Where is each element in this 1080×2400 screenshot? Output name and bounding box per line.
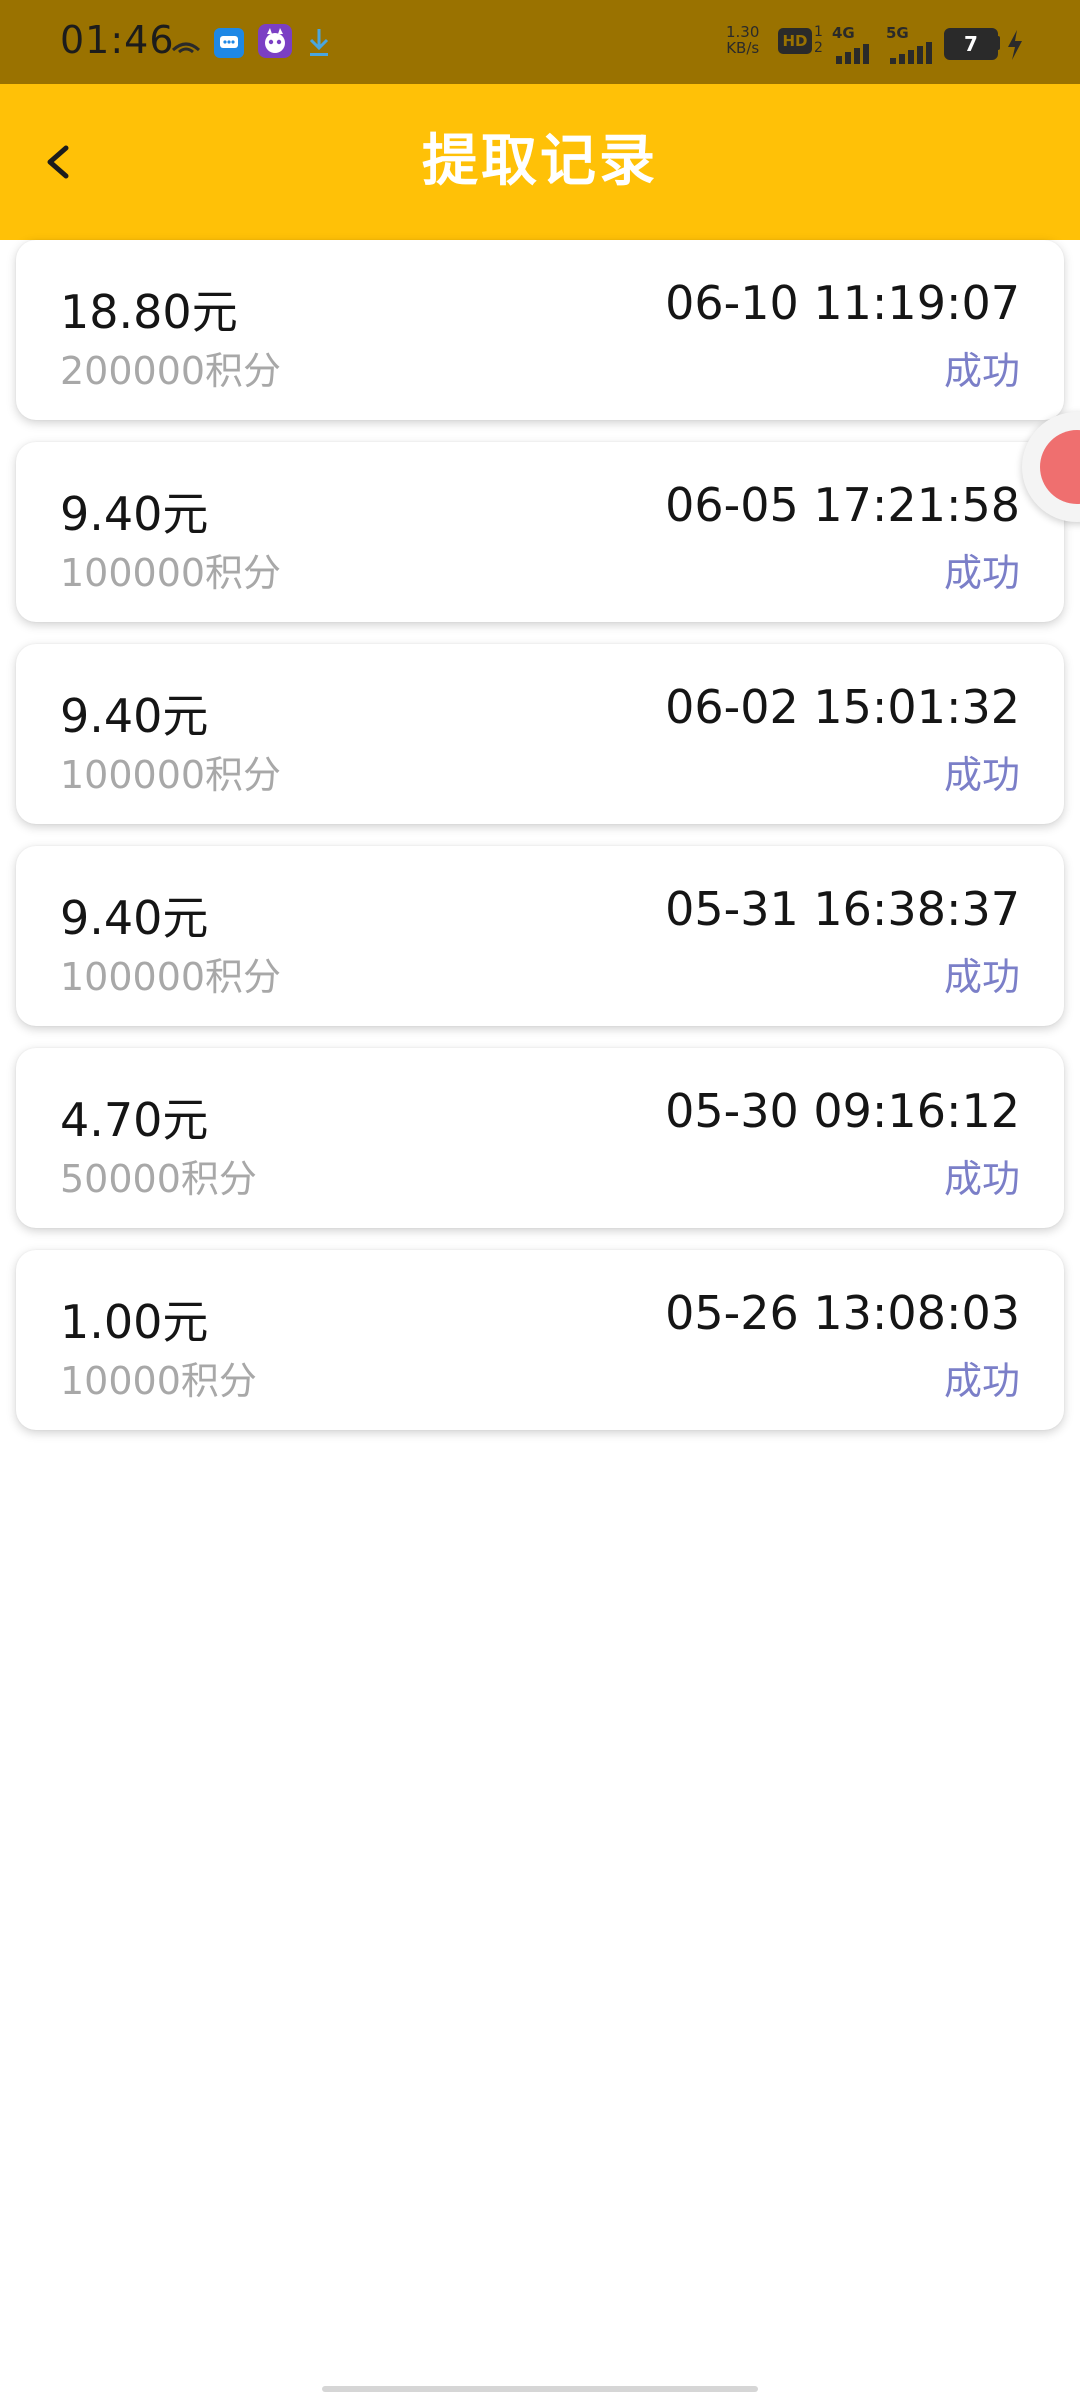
record-amount: 18.80元: [60, 285, 238, 339]
signal-icon: [890, 42, 932, 64]
record-points: 50000积分: [60, 1157, 257, 1201]
battery-icon: 7: [944, 28, 998, 60]
signal-icon: [836, 44, 869, 64]
hd-sub: 12: [814, 24, 823, 56]
net-speed-unit: KB/s: [726, 39, 760, 57]
record-time: 05-31 16:38:37: [665, 882, 1020, 936]
record-points: 200000积分: [60, 349, 282, 393]
cat-app-icon: [258, 24, 292, 58]
record-status: 成功: [943, 753, 1020, 797]
record-amount: 9.40元: [60, 689, 209, 743]
charging-icon: [1008, 30, 1022, 60]
record-time: 06-10 11:19:07: [665, 276, 1020, 330]
record-status: 成功: [943, 1157, 1020, 1201]
record-points: 100000积分: [60, 955, 282, 999]
record-points: 100000积分: [60, 551, 282, 595]
status-bar: 01:46 1.30 KB/s HD 12 4G 5G 7: [0, 0, 1080, 84]
record-status: 成功: [943, 955, 1020, 999]
record-time: 06-05 17:21:58: [665, 478, 1020, 532]
record-amount: 4.70元: [60, 1093, 209, 1147]
record-amount: 1.00元: [60, 1295, 209, 1349]
record-item[interactable]: 4.70元 50000积分 05-30 09:16:12 成功: [16, 1048, 1064, 1228]
record-item[interactable]: 9.40元 100000积分 06-05 17:21:58 成功: [16, 442, 1064, 622]
record-item[interactable]: 18.80元 200000积分 06-10 11:19:07 成功: [16, 240, 1064, 420]
download-icon: [309, 29, 329, 56]
link-icon: [171, 42, 201, 54]
record-points: 10000积分: [60, 1359, 257, 1403]
page-title: 提取记录: [422, 129, 658, 194]
record-time: 06-02 15:01:32: [665, 680, 1020, 734]
message-app-icon: [214, 28, 244, 58]
hd-badge: HD: [778, 28, 812, 54]
net-speed: 1.30 KB/s: [726, 24, 759, 56]
screen: 01:46 1.30 KB/s HD 12 4G 5G 7 提取记录 18.80…: [0, 0, 1080, 2400]
battery-tip: [996, 36, 1000, 50]
home-indicator[interactable]: [322, 2386, 758, 2392]
record-status: 成功: [943, 349, 1020, 393]
record-amount: 9.40元: [60, 891, 209, 945]
gift-icon: [1040, 430, 1080, 504]
record-item[interactable]: 9.40元 100000积分 05-31 16:38:37 成功: [16, 846, 1064, 1026]
record-status: 成功: [943, 1359, 1020, 1403]
record-status: 成功: [943, 551, 1020, 595]
record-amount: 9.40元: [60, 487, 209, 541]
record-points: 100000积分: [60, 753, 282, 797]
record-time: 05-26 13:08:03: [665, 1286, 1020, 1340]
record-item[interactable]: 9.40元 100000积分 06-02 15:01:32 成功: [16, 644, 1064, 824]
app-header: 提取记录: [0, 84, 1080, 240]
record-time: 05-30 09:16:12: [665, 1084, 1020, 1138]
net-speed-value: 1.30: [726, 23, 760, 41]
record-item[interactable]: 1.00元 10000积分 05-26 13:08:03 成功: [16, 1250, 1064, 1430]
status-time: 01:46: [60, 18, 175, 62]
